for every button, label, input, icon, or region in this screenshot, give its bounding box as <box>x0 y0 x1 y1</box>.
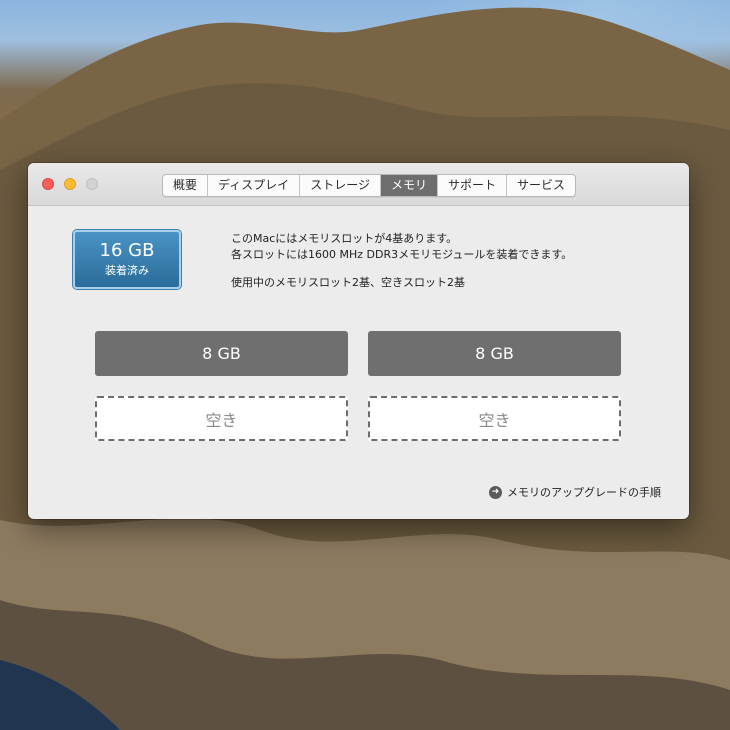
memory-total-size: 16 GB <box>99 240 155 261</box>
tab-bar: 概要 ディスプレイ ストレージ メモリ サポート サービス <box>162 174 576 197</box>
memory-slot-4-empty: 空き <box>368 396 621 441</box>
tab-displays[interactable]: ディスプレイ <box>208 175 301 196</box>
memory-slot-2: 8 GB <box>368 331 621 376</box>
tab-memory[interactable]: メモリ <box>380 175 438 196</box>
memory-total-badge: 16 GB 装着済み <box>73 230 181 289</box>
memory-upgrade-instructions-link[interactable]: ➜ メモリのアップグレードの手順 <box>489 484 661 500</box>
upgrade-link-label: メモリのアップグレードの手順 <box>507 486 661 499</box>
zoom-button[interactable] <box>86 178 98 190</box>
window-titlebar: 概要 ディスプレイ ストレージ メモリ サポート サービス <box>28 163 689 206</box>
minimize-button[interactable] <box>64 178 76 190</box>
tab-service[interactable]: サービス <box>507 175 575 196</box>
module-spec-text: 各スロットには1600 MHz DDR3メモリモジュールを装着できます。 <box>231 247 573 261</box>
slot-usage-text: 使用中のメモリスロット2基、空きスロット2基 <box>231 276 465 289</box>
about-this-mac-window: 概要 ディスプレイ ストレージ メモリ サポート サービス 16 GB 装着済み… <box>28 163 689 519</box>
tab-support[interactable]: サポート <box>438 175 507 196</box>
arrow-right-circle-icon: ➜ <box>489 485 502 499</box>
memory-installed-label: 装着済み <box>105 264 149 277</box>
slot-count-text: このMacにはメモリスロットが4基あります。 <box>231 232 458 245</box>
memory-info: このMacにはメモリスロットが4基あります。 各スロットには1600 MHz D… <box>231 231 572 291</box>
tab-storage[interactable]: ストレージ <box>300 175 381 196</box>
close-button[interactable] <box>42 178 54 190</box>
tab-overview[interactable]: 概要 <box>163 175 209 196</box>
memory-slot-3-empty: 空き <box>95 396 348 441</box>
memory-slot-1: 8 GB <box>95 331 348 376</box>
